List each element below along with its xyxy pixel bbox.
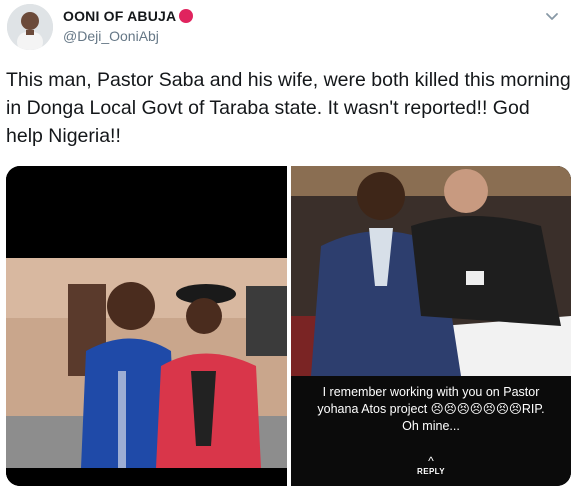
overlay-line-1: I remember working with you on Pastor [322,385,540,399]
chevron-down-icon[interactable] [545,10,559,24]
overlay-line-3: Oh mine... [402,419,460,433]
media-grid: I remember working with you on Pastor yo… [6,166,571,486]
chevron-up-icon: ^ [428,454,434,468]
caption-overlay: I remember working with you on Pastor yo… [291,376,571,486]
overlay-line-2: yohana Atos project 😣😣😣😣😣😣😣RIP. [317,402,545,416]
handle[interactable]: @Deji_OoniAbj [63,28,159,44]
photo-couple[interactable] [6,166,287,486]
photo-group[interactable]: I remember working with you on Pastor yo… [291,166,571,486]
avatar[interactable] [7,4,53,50]
red-circle-icon [179,9,194,23]
display-name[interactable]: OONI OF ABUJA [63,8,176,24]
author-row: OONI OF ABUJA [63,8,194,24]
tweet-text: This man, Pastor Saba and his wife, were… [6,69,571,147]
reply-label: REPLY [417,467,445,476]
reply-button[interactable]: ^ REPLY [291,455,571,476]
